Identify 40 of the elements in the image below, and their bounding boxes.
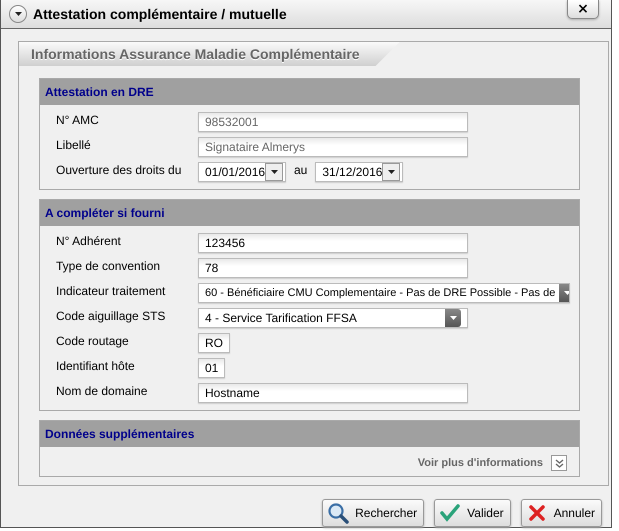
field-label: Identifiant hôte [56, 359, 136, 373]
section-header: Données supplémentaires [40, 421, 579, 447]
search-icon [327, 502, 350, 524]
section-header: Attestation en DRE [40, 79, 579, 105]
date-field[interactable]: 01/01/2016 [198, 162, 286, 182]
section-header: A compléter si fourni [40, 200, 579, 226]
menu-button[interactable] [9, 5, 27, 23]
input-field[interactable]: Hostname [198, 383, 468, 403]
expand-button[interactable] [551, 455, 567, 471]
input-field[interactable]: 123456 [198, 233, 468, 253]
date-field[interactable]: 31/12/2016 [315, 162, 404, 182]
field-label: Libellé [56, 138, 92, 152]
window-title: Attestation complémentaire / mutuelle [33, 6, 287, 22]
field-label: Ouverture des droits du [56, 163, 182, 177]
close-button[interactable]: × [567, 0, 599, 19]
dropdown-field[interactable]: 4 - Service Tarification FFSA [198, 308, 468, 328]
field-label: Code aiguillage STS [56, 309, 166, 323]
date-separator: au [294, 163, 308, 177]
panel-title: Informations Assurance Maladie Complémentaire [19, 42, 400, 66]
input-field[interactable]: 01 [198, 358, 226, 378]
dropdown-arrow-icon [450, 316, 456, 320]
dropdown-arrow-icon [388, 170, 395, 174]
input-field[interactable]: RO [198, 333, 230, 353]
dropdown-arrow-icon [14, 12, 22, 16]
field-label: N° AMC [56, 113, 100, 127]
field-label: Type de convention [56, 259, 162, 273]
field-label: Indicateur traitement [56, 284, 166, 298]
double-chevron-icon [554, 458, 564, 468]
dropdown-arrow-icon [564, 291, 569, 295]
field-label: Code routage [56, 334, 130, 348]
field-label: Nom de domaine [56, 384, 148, 398]
field-label: N° Adhérent [56, 234, 122, 248]
input-field[interactable]: 78 [198, 258, 468, 278]
search-button[interactable]: Rechercher [322, 499, 424, 527]
validate-button[interactable]: Valider [434, 499, 511, 527]
dropdown-arrow-icon [270, 170, 278, 174]
more-info-link[interactable]: Voir plus d'informations [418, 457, 543, 469]
checkmark-icon [439, 502, 462, 524]
cancel-button[interactable]: Annuler [520, 499, 602, 527]
dropdown-field[interactable]: 60 - Bénéficiaire CMU Complementaire - Pas de DRE Possible - Pas de [198, 283, 570, 303]
